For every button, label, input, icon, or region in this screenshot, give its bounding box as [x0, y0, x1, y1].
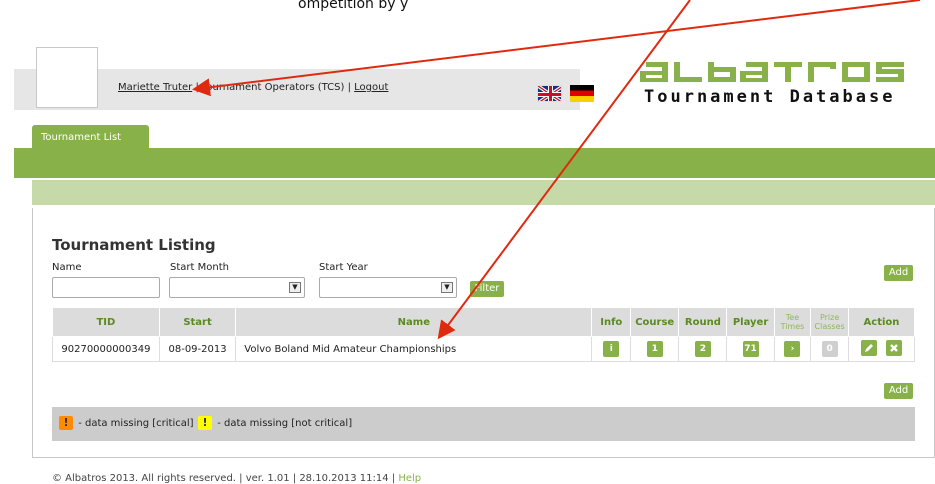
- footer: © Albatros 2013. All rights reserved. | …: [52, 473, 421, 484]
- column-header-round: Round: [678, 307, 728, 337]
- legend-critical-text: - data missing [critical]: [78, 418, 194, 429]
- tab-tournament-list[interactable]: Tournament List: [32, 125, 149, 151]
- chevron-down-icon[interactable]: ▼: [441, 282, 453, 293]
- separator: |: [347, 82, 351, 93]
- start-month-label: Start Month: [170, 262, 229, 273]
- start-month-select[interactable]: ▼: [169, 277, 305, 298]
- name-label: Name: [52, 262, 82, 273]
- cell-name[interactable]: Volvo Boland Mid Amateur Championships: [235, 336, 593, 362]
- warning-critical-icon: !: [59, 416, 73, 430]
- caption-text: ompetition by y: [298, 0, 409, 12]
- column-header-tid[interactable]: TID: [52, 307, 160, 337]
- avatar: [36, 47, 98, 108]
- nav-bar: [14, 148, 935, 178]
- user-role: Tournament Operators (TCS): [202, 82, 345, 93]
- column-header-action: Action: [847, 307, 916, 337]
- filter-button[interactable]: Filter: [470, 281, 504, 297]
- help-link[interactable]: Help: [398, 473, 421, 484]
- logout-link[interactable]: Logout: [354, 82, 388, 93]
- user-name-link[interactable]: Mariette Truter: [118, 82, 192, 93]
- user-line: Mariette Truter | Tournament Operators (…: [118, 82, 388, 93]
- legend-critical: ! - data missing [critical]: [59, 416, 194, 430]
- info-icon[interactable]: i: [603, 341, 620, 357]
- legend-bar: ! - data missing [critical] ! - data mis…: [52, 407, 915, 441]
- cell-tee-times: ›: [773, 336, 812, 362]
- column-header-course: Course: [630, 307, 680, 337]
- round-count-button[interactable]: 2: [694, 341, 711, 357]
- name-input[interactable]: [52, 277, 160, 298]
- chevron-down-icon[interactable]: ▼: [289, 282, 301, 293]
- close-icon[interactable]: [886, 339, 903, 356]
- column-header-start[interactable]: Start: [158, 307, 237, 337]
- cell-info: i: [591, 336, 632, 362]
- cell-player: 71: [726, 336, 775, 362]
- course-count-button[interactable]: 1: [646, 341, 663, 357]
- footer-text: © Albatros 2013. All rights reserved. | …: [52, 473, 396, 484]
- legend-noncritical: ! - data missing [not critical]: [198, 416, 352, 430]
- separator: |: [195, 82, 199, 93]
- column-header-prize-classes: Prize Classes: [810, 307, 849, 337]
- cell-prize-classes: 0: [810, 336, 849, 362]
- page-title: Tournament Listing: [52, 236, 216, 254]
- brand: Tournament Database: [640, 60, 920, 120]
- warning-noncritical-icon: !: [198, 416, 212, 430]
- cell-start: 08-09-2013: [158, 336, 237, 362]
- column-header-player: Player: [726, 307, 775, 337]
- start-year-label: Start Year: [319, 262, 368, 273]
- cell-course: 1: [630, 336, 680, 362]
- flag-uk-icon[interactable]: [537, 85, 562, 102]
- tournament-table: TID Start Name Info Course Round Player …: [52, 307, 916, 362]
- legend-noncritical-text: - data missing [not critical]: [217, 418, 353, 429]
- brand-subtitle: Tournament Database: [644, 87, 896, 107]
- player-count-button[interactable]: 71: [742, 341, 759, 357]
- cell-tid: 90270000000349: [52, 336, 160, 362]
- add-button-top[interactable]: Add: [884, 265, 913, 281]
- cell-action: [847, 336, 916, 362]
- chevron-right-icon[interactable]: ›: [784, 341, 801, 357]
- prize-classes-count-button[interactable]: 0: [821, 341, 838, 357]
- add-button-bottom[interactable]: Add: [884, 383, 913, 399]
- column-header-tee-times: Tee Times: [773, 307, 812, 337]
- pencil-icon[interactable]: [860, 339, 877, 356]
- column-header-name[interactable]: Name: [235, 307, 593, 337]
- albatros-logo-icon: [640, 62, 904, 82]
- column-header-info: Info: [591, 307, 632, 337]
- table-header-row: TID Start Name Info Course Round Player …: [52, 307, 916, 337]
- sub-nav-bar: [32, 180, 935, 205]
- flag-de-icon[interactable]: [570, 85, 594, 102]
- start-year-select[interactable]: ▼: [319, 277, 457, 298]
- cell-round: 2: [678, 336, 728, 362]
- language-switcher: [537, 79, 595, 109]
- table-row: 90270000000349 08-09-2013 Volvo Boland M…: [52, 336, 916, 362]
